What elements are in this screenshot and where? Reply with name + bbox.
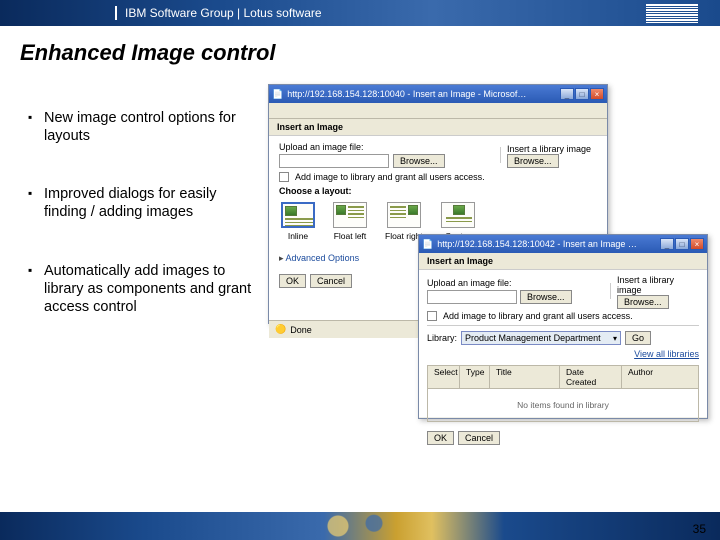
upload-label: Upload an image file: [279,142,494,152]
library-label: Library: [427,333,457,343]
view-all-libraries-link[interactable]: View all libraries [634,349,699,359]
table-header: Title [490,366,560,388]
ie-page-icon: 📄 [422,239,433,250]
slide-title: Enhanced Image control [0,26,720,84]
table-header: Author [622,366,698,388]
divider [500,147,501,163]
insert-library-label: Insert a library image [507,144,597,154]
dialog-section-header: Insert an Image [419,253,707,270]
browse-library-button[interactable]: Browse... [507,154,559,168]
maximize-icon[interactable]: □ [675,238,689,250]
done-icon: 🟡 [275,324,286,335]
layout-label: Inline [288,231,308,241]
choose-layout-label: Choose a layout: [279,186,597,196]
window-titlebar: 📄 http://192.168.154.128:10040 - Insert … [269,85,607,103]
slide-header: IBM Software Group | Lotus software [0,0,720,26]
browse-library-button[interactable]: Browse... [617,295,669,309]
header-label: IBM Software Group | Lotus software [125,6,322,20]
layout-option-inline[interactable]: Inline [281,202,315,241]
ok-button[interactable]: OK [427,431,454,445]
footer-decoration [302,512,422,540]
status-text: Done [290,325,312,335]
cancel-button[interactable]: Cancel [310,274,352,288]
insert-image-dialog-library: 📄 http://192.168.154.128:10042 - Insert … [418,234,708,419]
ok-button[interactable]: OK [279,274,306,288]
upload-label: Upload an image file: [427,278,604,288]
table-header: Type [460,366,490,388]
browse-button[interactable]: Browse... [520,290,572,304]
browse-button[interactable]: Browse... [393,154,445,168]
go-button[interactable]: Go [625,331,651,345]
bullet-item: New image control options for layouts [28,109,258,145]
add-to-library-label: Add image to library and grant all users… [295,172,485,182]
library-select[interactable]: Product Management Department [461,331,621,345]
upload-file-input[interactable] [427,290,517,304]
table-header: Select [428,366,460,388]
close-icon[interactable]: × [690,238,704,250]
divider [610,283,611,299]
ibm-logo [646,4,698,23]
bullet-list: New image control options for layouts Im… [28,84,258,464]
insert-library-label: Insert a library image [617,275,699,295]
library-table: Select Type Title Date Created Author No… [427,365,699,422]
cancel-button[interactable]: Cancel [458,431,500,445]
table-header: Date Created [560,366,622,388]
minimize-icon[interactable]: _ [560,88,574,100]
close-icon[interactable]: × [590,88,604,100]
table-empty-message: No items found in library [428,389,698,421]
layout-option-float-left[interactable]: Float left [333,202,367,241]
dialog-section-header: Insert an Image [269,119,607,136]
window-titlebar: 📄 http://192.168.154.128:10042 - Insert … [419,235,707,253]
ie-page-icon: 📄 [272,89,283,100]
window-title: http://192.168.154.128:10040 - Insert an… [287,89,527,99]
layout-label: Float left [334,231,367,241]
page-number: 35 [693,522,706,536]
slide-content: New image control options for layouts Im… [0,84,720,464]
slide-footer [0,512,720,540]
header-separator [115,6,117,20]
add-to-library-checkbox[interactable] [427,311,437,321]
window-title: http://192.168.154.128:10042 - Insert an… [437,239,637,249]
bullet-item: Automatically add images to library as c… [28,262,258,316]
maximize-icon[interactable]: □ [575,88,589,100]
browser-toolbar [269,103,607,119]
add-to-library-checkbox[interactable] [279,172,289,182]
add-to-library-label: Add image to library and grant all users… [443,311,633,321]
screenshot-mockups: 📄 http://192.168.154.128:10040 - Insert … [268,84,720,464]
minimize-icon[interactable]: _ [660,238,674,250]
upload-file-input[interactable] [279,154,389,168]
bullet-item: Improved dialogs for easily finding / ad… [28,185,258,221]
